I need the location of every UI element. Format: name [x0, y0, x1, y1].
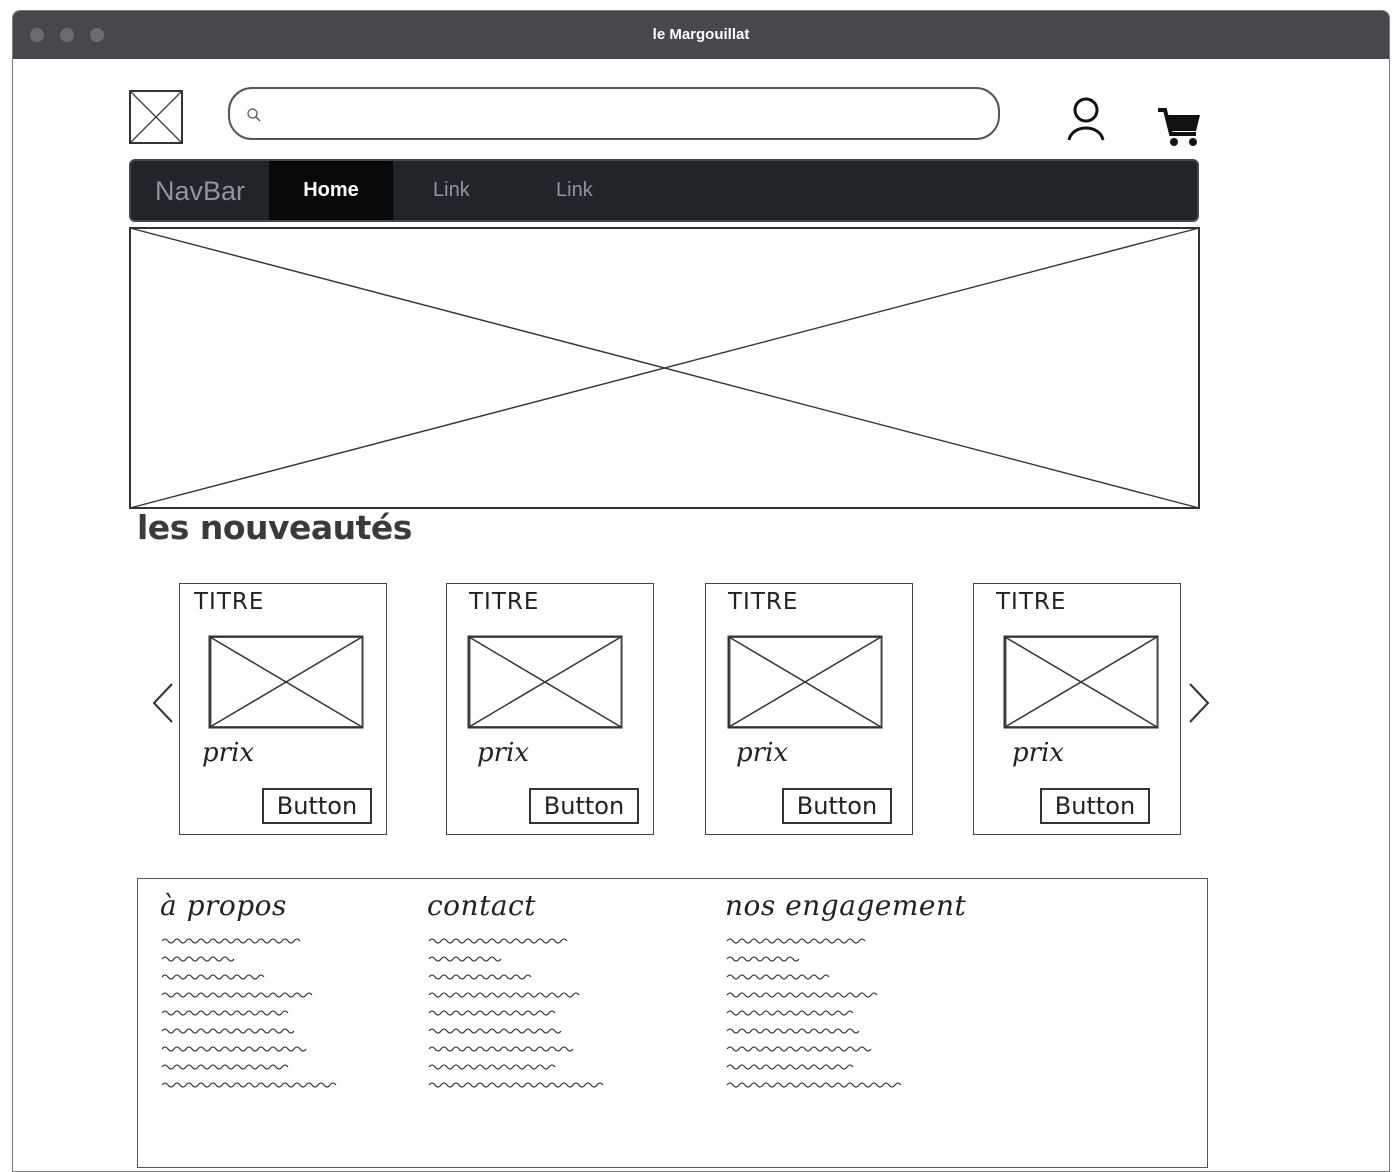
image-placeholder-icon: [727, 635, 883, 729]
footer-column-commitments: nos engagement: [725, 889, 966, 1097]
nav-item-link-2[interactable]: Link: [556, 161, 593, 220]
placeholder-text-scribble: [161, 938, 337, 1088]
card-button[interactable]: Button: [529, 788, 639, 824]
card-price: prix: [736, 738, 789, 768]
product-card: TITRE prix Button: [705, 583, 913, 835]
card-button[interactable]: Button: [1040, 788, 1150, 824]
image-placeholder-icon: [1003, 635, 1159, 729]
footer-column-contact: contact: [427, 889, 617, 1097]
section-title: les nouveautés: [137, 508, 412, 547]
placeholder-text-scribble: [726, 938, 902, 1088]
card-price: prix: [477, 738, 530, 768]
card-title: TITRE: [469, 589, 540, 615]
window-title: le Margouillat: [652, 26, 750, 43]
search-bar[interactable]: [228, 87, 1000, 140]
navbar-brand[interactable]: NavBar: [155, 161, 245, 220]
footer: à propos contact nos engagement: [137, 878, 1208, 1168]
product-card: TITRE prix Button: [446, 583, 654, 835]
search-input[interactable]: [270, 99, 974, 131]
user-icon[interactable]: [1066, 96, 1106, 142]
nav-item-home[interactable]: Home: [269, 161, 393, 220]
hero-image-placeholder: [129, 227, 1200, 509]
chevron-left-icon[interactable]: [150, 682, 176, 724]
product-card: TITRE prix Button: [179, 583, 387, 835]
logo[interactable]: [129, 90, 183, 144]
search-icon: [247, 108, 261, 122]
footer-heading: à propos: [160, 889, 287, 922]
card-title: TITRE: [194, 589, 265, 615]
footer-heading: nos engagement: [725, 889, 967, 922]
cart-icon[interactable]: [1156, 106, 1204, 148]
card-button[interactable]: Button: [782, 788, 892, 824]
chevron-right-icon[interactable]: [1186, 682, 1212, 724]
nav-item-link-1[interactable]: Link: [433, 161, 470, 220]
card-button[interactable]: Button: [262, 788, 372, 824]
card-price: prix: [202, 738, 255, 768]
navbar: NavBar Home Link Link: [129, 159, 1199, 222]
image-placeholder-icon: [130, 91, 182, 143]
card-title: TITRE: [996, 589, 1067, 615]
product-card: TITRE prix Button: [973, 583, 1181, 835]
footer-heading: contact: [427, 889, 536, 922]
footer-column-about: à propos: [160, 889, 350, 1097]
card-price: prix: [1012, 738, 1065, 768]
window-titlebar: le Margouillat: [13, 11, 1389, 59]
image-placeholder-icon: [467, 635, 623, 729]
image-placeholder-icon: [208, 635, 364, 729]
card-title: TITRE: [728, 589, 799, 615]
placeholder-text-scribble: [428, 938, 604, 1088]
